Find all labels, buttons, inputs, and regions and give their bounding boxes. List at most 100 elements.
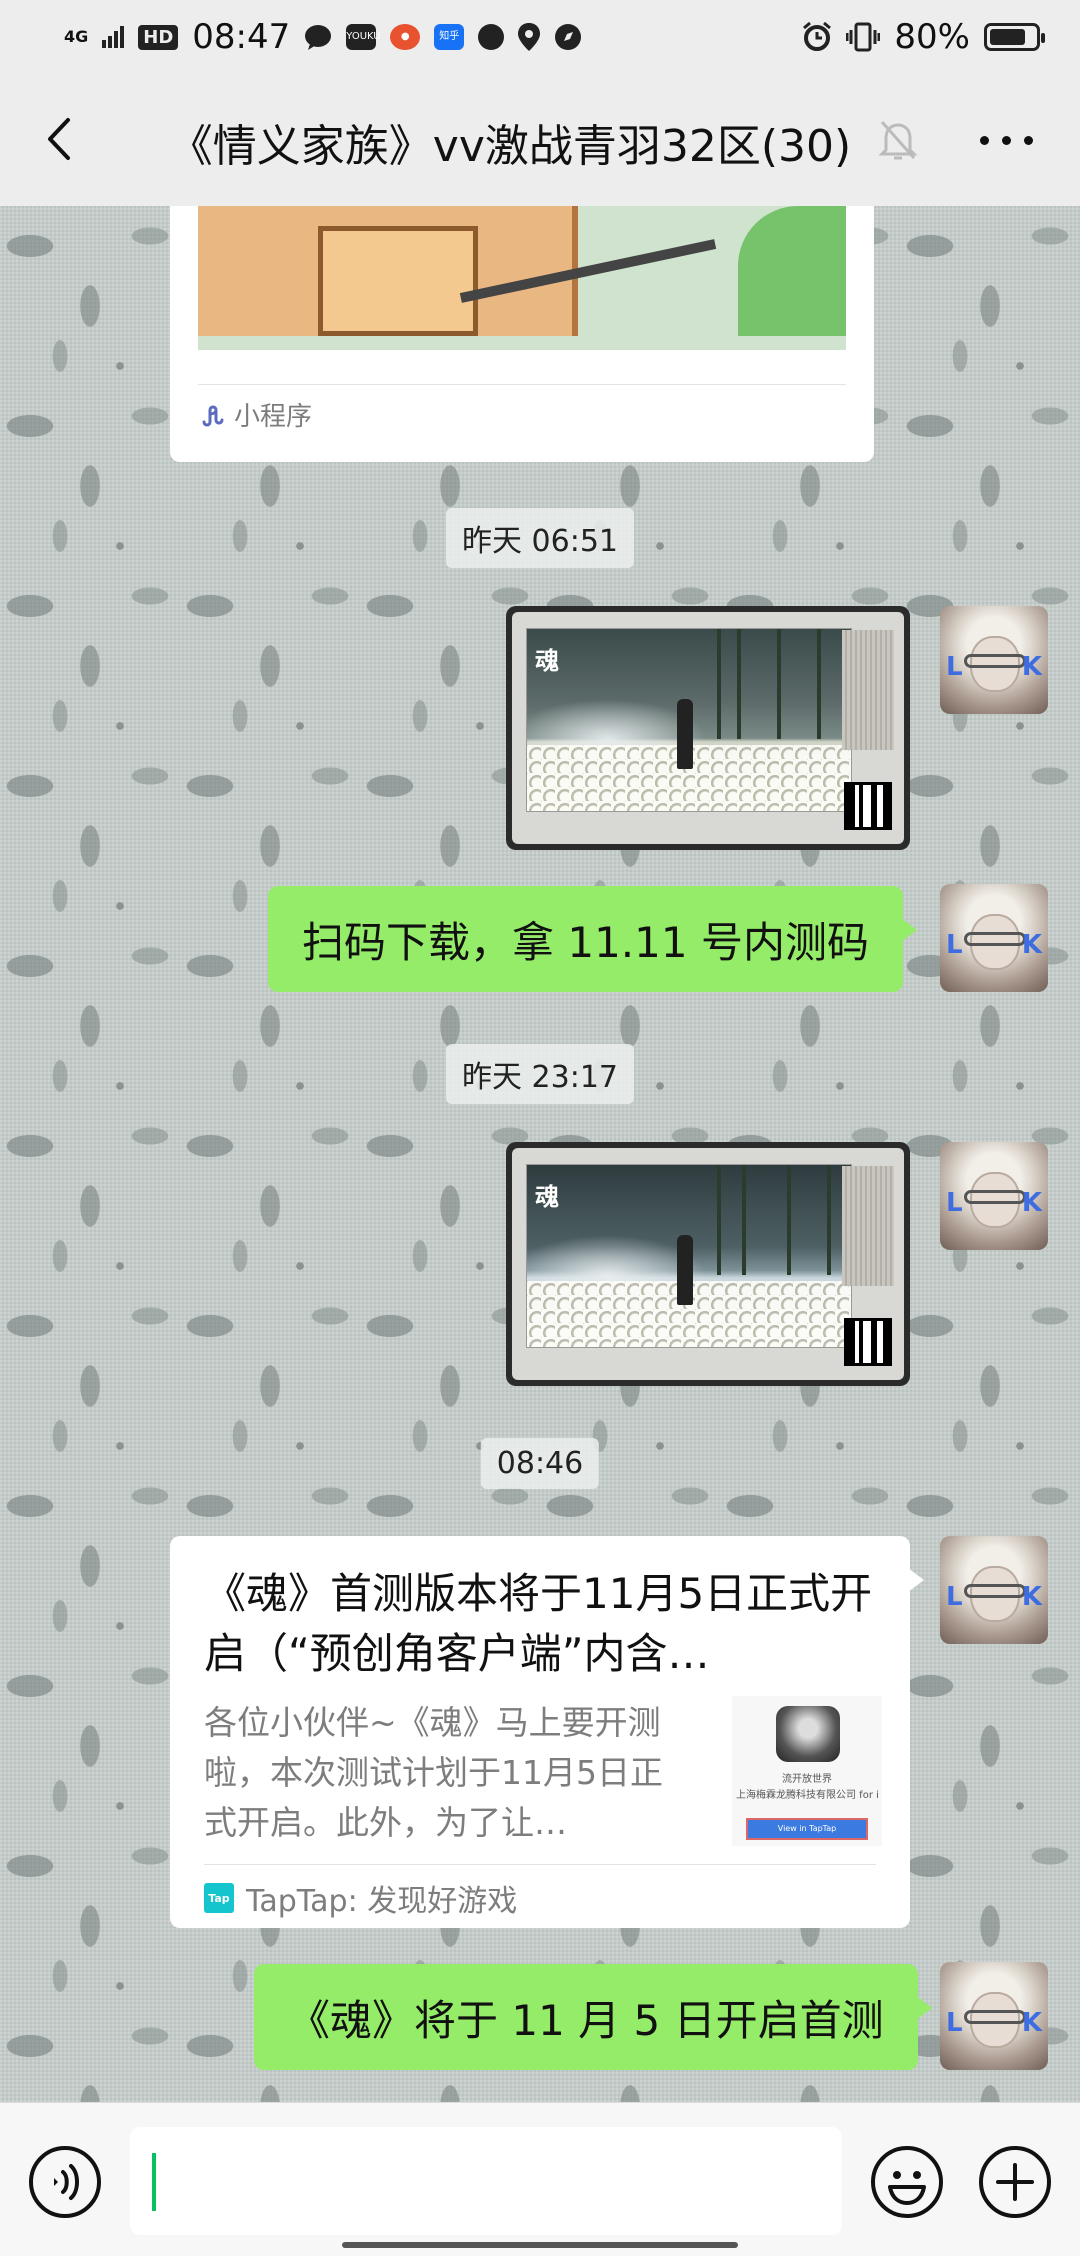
chat-bubble-icon — [305, 25, 332, 50]
mini-program-footer: 小程序 — [200, 396, 312, 433]
avatar-letter: K — [1021, 2008, 1042, 2038]
text-caret — [152, 2153, 156, 2211]
avatar-letter: L — [946, 1188, 963, 1218]
emoji-icon[interactable] — [870, 2145, 944, 2219]
taobao-icon: ● — [390, 24, 421, 50]
youku-icon: YOUKU — [346, 24, 381, 50]
avatar[interactable]: L K — [940, 1536, 1048, 1644]
voice-icon[interactable] — [28, 2145, 102, 2219]
avatar-letter: K — [1021, 1188, 1042, 1218]
location-icon — [518, 23, 541, 51]
avatar-glasses — [964, 1584, 1026, 1598]
avatar[interactable]: L K — [940, 606, 1048, 714]
bamboo — [717, 629, 721, 739]
text-message[interactable]: 扫码下载，拿 11.11 号内测码 — [268, 886, 917, 992]
mini-program-card[interactable]: 小程序 — [170, 206, 874, 462]
link-title: 《魂》首测版本将于11月5日正式开启（“预创角客户端”内含… — [204, 1569, 873, 1678]
character-figure — [677, 699, 693, 769]
game-scene: 魂 — [526, 628, 852, 812]
hd-icon: HD — [138, 24, 179, 50]
thumb-text: 流开放世界 — [782, 1774, 832, 1785]
avatar-glasses — [964, 932, 1026, 946]
avatar-letter: L — [946, 2008, 963, 2038]
vibrate-icon — [846, 22, 881, 52]
battery-level — [990, 29, 1025, 45]
mini-program-image — [198, 206, 846, 350]
zhihu-icon: 知乎 — [434, 24, 465, 50]
timestamp: 昨天 23:17 — [446, 1044, 634, 1104]
avatar[interactable]: L K — [940, 884, 1048, 992]
link-thumbnail: 流开放世界 上海梅霖龙腾科技有限公司 for il View in TapTap — [732, 1696, 882, 1846]
avatar-glasses — [964, 1190, 1026, 1204]
alarm-icon — [803, 22, 832, 51]
chat-title: 《情义家族》vv激战青羽32区(30) — [168, 121, 852, 172]
link-description: 各位小伙伴~《魂》马上要开测啦，本次测试计划于11月5日正式开启。此外，为了让… — [204, 1703, 663, 1842]
bamboo — [737, 629, 741, 739]
bamboo — [777, 629, 781, 739]
side-text-block — [842, 630, 894, 750]
thumb-text: 上海梅霖龙腾科技有限公司 for il — [736, 1790, 878, 1801]
avatar-letter: K — [1021, 1582, 1042, 1612]
bamboo — [817, 629, 821, 739]
divider — [204, 1864, 876, 1865]
bamboo — [827, 1165, 831, 1275]
more-horizontal-icon[interactable] — [978, 132, 1034, 148]
chat-area[interactable]: 小程序 昨天 06:51 魂 L K 扫码下载，拿 11.11 号内测码 L K… — [0, 206, 1080, 2102]
nav-bar: 《情义家族》vv激战青羽32区(30) — [0, 74, 1080, 206]
status-bar: 4G HD 08:47 YOUKU ● 知乎 80% — [0, 0, 1080, 74]
avatar-letter: K — [1021, 652, 1042, 682]
game-scene: 魂 — [526, 1164, 852, 1348]
taptap-icon: Tap — [204, 1883, 234, 1913]
chevron-left-icon[interactable] — [36, 114, 86, 164]
more-dot — [1002, 136, 1011, 145]
avatar-glasses — [964, 654, 1026, 668]
message-text: 《魂》将于 11 月 5 日开启首测 — [288, 1995, 884, 2045]
image-content: 魂 — [512, 612, 904, 844]
qr-code-icon — [844, 782, 892, 830]
network-label: 4G — [64, 27, 89, 46]
image-message[interactable]: 魂 — [506, 606, 910, 850]
app-icon — [776, 1706, 840, 1762]
character-figure — [677, 1235, 693, 1305]
avatar-letter: L — [946, 1582, 963, 1612]
image-content: 魂 — [512, 1148, 904, 1380]
avatar-letter: K — [1021, 930, 1042, 960]
bamboo — [742, 1165, 746, 1275]
avatar[interactable]: L K — [940, 1962, 1048, 2070]
bamboo — [787, 1165, 791, 1275]
image-shape — [318, 226, 478, 336]
message-input[interactable] — [130, 2127, 842, 2235]
avatar[interactable]: L K — [940, 1142, 1048, 1250]
qr-code-icon — [844, 1318, 892, 1366]
image-shape — [738, 206, 846, 336]
game-logo-icon: 魂 — [535, 1183, 559, 1211]
more-dot — [1024, 136, 1033, 145]
mini-program-label: 小程序 — [234, 402, 313, 432]
home-indicator[interactable] — [342, 2242, 738, 2248]
bell-muted-icon — [878, 121, 918, 160]
thumb-button: View in TapTap — [746, 1818, 868, 1840]
battery-percent: 80% — [894, 17, 970, 57]
battery-icon — [984, 23, 1045, 51]
status-time: 08:47 — [192, 17, 291, 57]
signal-icon — [102, 26, 125, 48]
divider — [198, 384, 846, 385]
link-card[interactable]: 《魂》首测版本将于11月5日正式开启（“预创角客户端”内含… 各位小伙伴~《魂》… — [170, 1536, 924, 1928]
compass-icon — [555, 24, 582, 50]
timestamp: 昨天 06:51 — [446, 508, 634, 568]
du-icon — [478, 24, 505, 50]
mini-program-icon — [202, 405, 224, 426]
text-message[interactable]: 《魂》将于 11 月 5 日开启首测 — [254, 1964, 932, 2070]
link-source: Tap TapTap: 发现好游戏 — [204, 1876, 517, 1920]
avatar-letter: L — [946, 930, 963, 960]
more-dot — [980, 136, 989, 145]
avatar-glasses — [964, 2010, 1026, 2024]
plus-circle-icon[interactable] — [978, 2145, 1052, 2219]
input-bar — [0, 2102, 1080, 2256]
game-logo-icon: 魂 — [535, 647, 559, 675]
bamboo — [717, 1165, 721, 1275]
link-source-label: TapTap: 发现好游戏 — [246, 1884, 518, 1919]
image-message[interactable]: 魂 — [506, 1142, 910, 1386]
timestamp: 08:46 — [480, 1438, 600, 1489]
avatar-letter: L — [946, 652, 963, 682]
